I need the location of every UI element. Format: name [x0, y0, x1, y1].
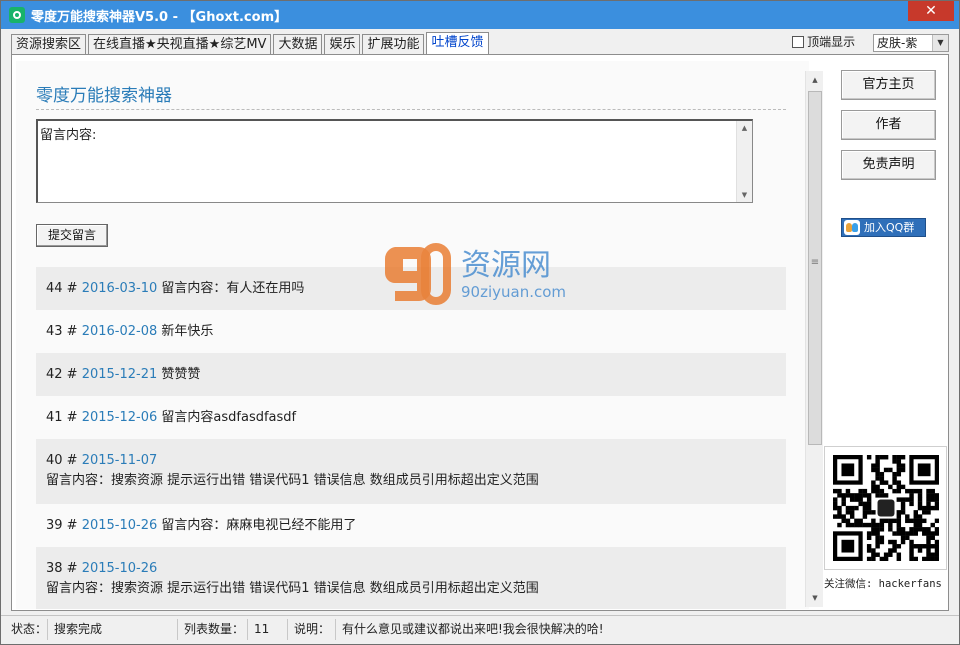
- tab-bar: 资源搜索区 在线直播★央视直播★综艺MV 大数据 娱乐 扩展功能 吐槽反馈: [11, 32, 491, 55]
- watermark-logo: 资源网 90ziyuan.com: [381, 239, 581, 314]
- tab-resource-search[interactable]: 资源搜索区: [11, 34, 87, 55]
- chevron-down-icon[interactable]: ▼: [932, 34, 948, 51]
- scroll-up-icon[interactable]: ▲: [737, 121, 752, 135]
- comment-date[interactable]: 2015-11-07: [82, 453, 158, 468]
- join-qq-group-label: 加入QQ群: [864, 221, 915, 234]
- comment-number: 39 #: [46, 518, 78, 533]
- note-value: 有什么意见或建议都说出来吧!我会很快解决的哈!: [335, 619, 604, 640]
- comment-text: 留言内容asdfasdfasdf: [161, 410, 297, 425]
- feedback-content: 零度万能搜索神器 留言内容: ▲ ▼ 提交留言 44 # 2016-03-10 …: [16, 61, 809, 609]
- tab-extensions[interactable]: 扩展功能: [362, 34, 425, 55]
- feedback-panel: 零度万能搜索神器 留言内容: ▲ ▼ 提交留言 44 # 2016-03-10 …: [11, 54, 949, 611]
- heading-divider: [36, 109, 786, 110]
- status-label: 状态：: [11, 622, 48, 636]
- watermark-brand: 资源网: [461, 248, 551, 283]
- comment-text: 赞赞赞: [161, 367, 201, 382]
- qr-code-icon: [833, 455, 939, 561]
- follow-wechat-text: 关注微信: hackerfans: [824, 578, 942, 590]
- tab-big-data[interactable]: 大数据: [273, 34, 323, 55]
- comment-item: 41 # 2015-12-06 留言内容asdfasdfasdf: [36, 396, 786, 439]
- comment-body: 留言内容：搜索资源 提示运行出错 错误代码1 错误信息 数组成员引用标超出定义范…: [46, 581, 539, 596]
- disclaimer-button[interactable]: 免责声明: [841, 150, 936, 180]
- skin-select[interactable]: 皮肤-紫 ▼: [873, 33, 949, 52]
- status-value: 搜索完成: [47, 619, 102, 640]
- comment-date[interactable]: 2016-02-08: [82, 324, 158, 339]
- comment-item: 40 # 2015-11-07 留言内容：搜索资源 提示运行出错 错误代码1 错…: [36, 439, 786, 504]
- comment-date[interactable]: 2015-12-21: [82, 367, 158, 382]
- tab-live-tv[interactable]: 在线直播★央视直播★综艺MV: [88, 34, 272, 55]
- always-on-top-label[interactable]: 顶端显示: [807, 33, 855, 50]
- comment-text: 留言内容：有人还在用吗: [161, 281, 305, 296]
- wechat-qr-code: [824, 446, 947, 570]
- scrollbar-thumb[interactable]: [808, 91, 822, 445]
- watermark-90-icon: 资源网 90ziyuan.com: [384, 243, 566, 305]
- message-textarea[interactable]: 留言内容: ▲ ▼: [36, 119, 753, 203]
- comment-text: 新年快乐: [161, 324, 214, 339]
- scroll-down-icon[interactable]: ▼: [808, 591, 822, 605]
- comment-item: 39 # 2015-10-26 留言内容：麻麻电视已经不能用了: [36, 504, 786, 547]
- author-button[interactable]: 作者: [841, 110, 936, 140]
- comment-date[interactable]: 2015-10-26: [82, 561, 158, 576]
- comment-number: 41 #: [46, 410, 78, 425]
- official-homepage-button[interactable]: 官方主页: [841, 70, 936, 100]
- comment-list: 44 # 2016-03-10 留言内容：有人还在用吗 43 # 2016-02…: [36, 267, 786, 609]
- top-right-controls: 顶端显示 皮肤-紫 ▼: [792, 33, 949, 52]
- content-scrollbar[interactable]: ▲ ▼: [805, 71, 823, 607]
- count-value: 11: [247, 619, 269, 640]
- window-title: 零度万能搜索神器V5.0 - 【Ghoxt.com】: [31, 10, 288, 25]
- title-bar[interactable]: 零度万能搜索神器V5.0 - 【Ghoxt.com】 ✕: [1, 1, 959, 29]
- always-on-top-checkbox[interactable]: [792, 36, 805, 48]
- app-logo-icon: [9, 7, 25, 23]
- tab-entertainment[interactable]: 娱乐: [324, 34, 361, 55]
- comment-date[interactable]: 2016-03-10: [82, 281, 158, 296]
- tab-feedback[interactable]: 吐槽反馈: [426, 32, 489, 55]
- skin-select-value: 皮肤-紫: [877, 35, 918, 50]
- note-label: 说明：: [287, 619, 330, 640]
- scroll-up-icon[interactable]: ▲: [808, 73, 822, 87]
- count-label: 列表数量：: [177, 619, 244, 640]
- scroll-down-icon[interactable]: ▼: [737, 188, 752, 202]
- watermark-domain: 90ziyuan.com: [461, 283, 566, 301]
- page-title: 零度万能搜索神器: [36, 86, 172, 106]
- comment-number: 40 #: [46, 453, 78, 468]
- qq-users-icon: [844, 220, 860, 235]
- comment-body: 留言内容：搜索资源 提示运行出错 错误代码1 错误信息 数组成员引用标超出定义范…: [46, 473, 539, 488]
- comment-text: 留言内容：麻麻电视已经不能用了: [161, 518, 357, 533]
- comment-date[interactable]: 2015-12-06: [82, 410, 158, 425]
- submit-message-button[interactable]: 提交留言: [36, 224, 108, 247]
- status-bar: 状态： 搜索完成 列表数量： 11 说明： 有什么意见或建议都说出来吧!我会很快…: [1, 615, 959, 644]
- message-textarea-value: 留言内容:: [40, 128, 97, 143]
- join-qq-group-button[interactable]: 加入QQ群: [841, 218, 926, 237]
- comment-number: 42 #: [46, 367, 78, 382]
- comment-number: 43 #: [46, 324, 78, 339]
- comment-item: 42 # 2015-12-21 赞赞赞: [36, 353, 786, 396]
- comment-item: 43 # 2016-02-08 新年快乐: [36, 310, 786, 353]
- comment-number: 38 #: [46, 561, 78, 576]
- comment-item: 38 # 2015-10-26 留言内容：搜索资源 提示运行出错 错误代码1 错…: [36, 547, 786, 609]
- app-window: 零度万能搜索神器V5.0 - 【Ghoxt.com】 ✕ 资源搜索区 在线直播★央…: [0, 0, 960, 645]
- comment-date[interactable]: 2015-10-26: [82, 518, 158, 533]
- close-button[interactable]: ✕: [908, 1, 954, 21]
- comment-number: 44 #: [46, 281, 78, 296]
- textarea-scrollbar[interactable]: ▲ ▼: [736, 121, 752, 202]
